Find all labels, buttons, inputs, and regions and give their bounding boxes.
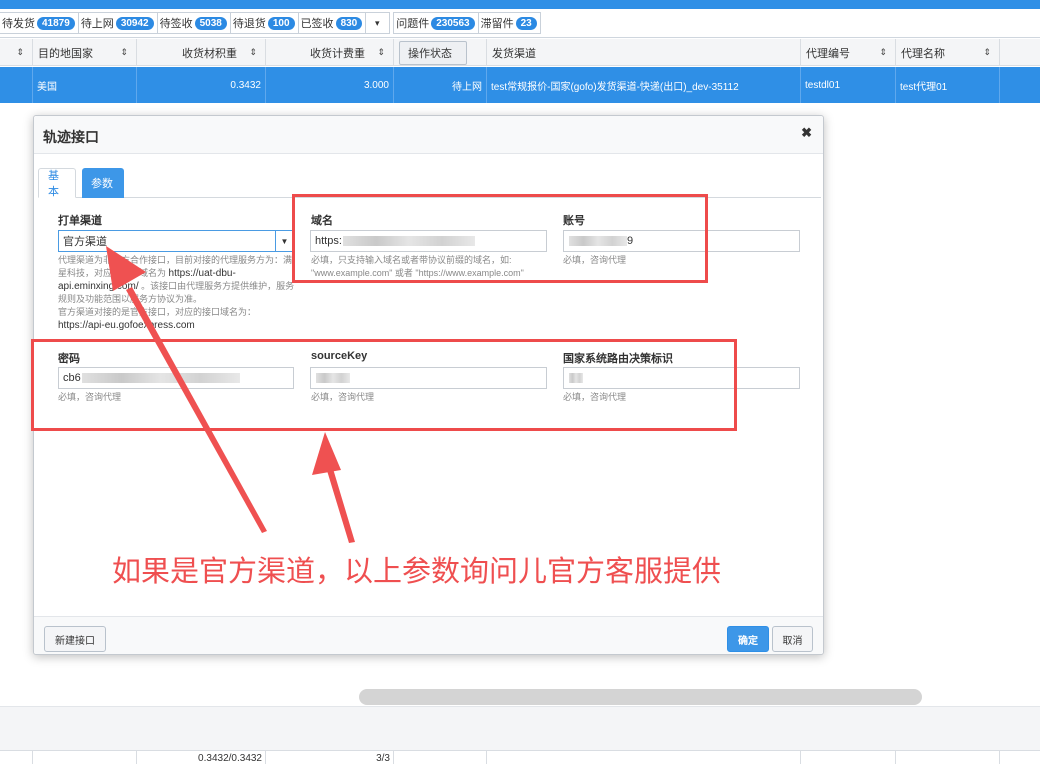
sort-icon: ⇕: [983, 47, 991, 57]
status-tab-bar: 待发货 41879 待上网 30942 待签收 5038 待退货 100 已签收…: [0, 9, 1040, 38]
column-billing-weight[interactable]: 收货计费重 ⇕: [266, 39, 394, 66]
status-tab-label: 待签收: [159, 18, 193, 30]
hint-url: https://api-eu.gofoexpress.com: [58, 320, 195, 331]
column-volume-weight[interactable]: 收货材积重 ⇕: [137, 39, 266, 66]
count-badge: 230563: [431, 16, 475, 30]
column-sort-handle[interactable]: ⇕: [0, 39, 33, 66]
horizontal-scrollbar[interactable]: [359, 689, 922, 705]
annotation-box-credentials: [31, 339, 737, 431]
column-agent-name[interactable]: 代理名称 ⇕: [896, 39, 1000, 66]
status-more-dropdown[interactable]: ▾: [366, 12, 391, 34]
new-interface-button[interactable]: 新建接口: [44, 626, 106, 652]
summary-cell: [0, 751, 33, 764]
print-channel-label: 打单渠道: [58, 215, 102, 227]
status-tab-label: 待发货: [2, 18, 35, 30]
column-op-status[interactable]: 操作状态: [394, 39, 487, 66]
annotation-box-domain-account: [292, 194, 708, 283]
column-label: 收货计费重: [310, 47, 365, 60]
status-tab-problem[interactable]: 问题件 230563: [393, 12, 479, 34]
count-badge: 30942: [115, 16, 154, 30]
sort-icon: ⇕: [16, 47, 24, 57]
column-dest-country[interactable]: 目的地国家 ⇕: [33, 39, 137, 66]
column-label: 发货渠道: [492, 47, 536, 60]
op-status-button[interactable]: 操作状态: [399, 40, 467, 65]
dialog-footer: 新建接口 确定 取消: [34, 616, 823, 654]
status-tab-label: 待上网: [80, 18, 114, 30]
summary-billing-weight: 3/3: [266, 751, 394, 764]
cell-channel: test常规报价-国家(gofo)发货渠道-快递(出口)_dev-35112: [487, 67, 801, 103]
status-tab-label: 问题件: [396, 18, 430, 30]
count-badge: 830: [335, 16, 363, 30]
summary-cell: [394, 751, 487, 764]
status-tab-label: 滞留件: [480, 18, 514, 30]
status-tab-pending-ship[interactable]: 待发货 41879: [0, 12, 79, 34]
count-badge: 100: [267, 16, 295, 30]
annotation-caption: 如果是官方渠道，以上参数询问儿官方客服提供: [112, 554, 722, 588]
status-tab-pending-return[interactable]: 待退货 100: [230, 12, 299, 34]
dialog-header: 轨迹接口 ✖: [34, 116, 823, 154]
count-badge: 41879: [37, 16, 75, 30]
column-label: 代理编号: [806, 47, 850, 60]
column-label: 收货材积重: [182, 47, 237, 60]
sort-icon: ⇕: [879, 47, 887, 57]
chevron-down-icon: ▾: [374, 17, 380, 28]
column-agent-code[interactable]: 代理编号 ⇕: [801, 39, 896, 66]
dialog-title: 轨迹接口: [43, 129, 99, 145]
print-channel-select[interactable]: 官方渠道 ▼: [58, 230, 294, 252]
cell-dest-country: 美国: [33, 67, 137, 103]
tab-params[interactable]: 参数: [82, 168, 124, 198]
status-tab-label: 已签收: [300, 18, 334, 30]
table-header: ⇕ 目的地国家 ⇕ 收货材积重 ⇕ 收货计费重 ⇕ 操作状态 发货渠道 代理编号…: [0, 39, 1040, 66]
status-tab-retained[interactable]: 滞留件 23: [478, 12, 541, 34]
hint-text: 官方渠道对接的是官方接口，对应的接口域名为：: [58, 307, 257, 317]
summary-row: 0.3432/0.3432 3/3: [0, 750, 1040, 764]
cell-agent-code: testdl01: [801, 67, 896, 103]
table-row-selected[interactable]: 美国 0.3432 3.000 待上网 test常规报价-国家(gofo)发货渠…: [0, 67, 1040, 103]
cell-volume-weight: 0.3432: [137, 67, 266, 103]
column-label: 目的地国家: [38, 47, 93, 60]
cell-agent-name: test代理01: [896, 67, 1000, 103]
summary-cell: [801, 751, 896, 764]
table-footer-band: [0, 706, 1040, 750]
close-icon[interactable]: ✖: [801, 125, 812, 141]
top-band: [0, 0, 1040, 9]
column-channel[interactable]: 发货渠道: [487, 39, 801, 66]
status-tab-label: 待退货: [232, 18, 266, 30]
cell-billing-weight: 3.000: [266, 67, 394, 103]
column-label: 代理名称: [901, 47, 945, 60]
sort-icon: ⇕: [249, 47, 257, 57]
cancel-button[interactable]: 取消: [772, 626, 813, 652]
summary-cell: [33, 751, 137, 764]
status-tab-pending-online[interactable]: 待上网 30942: [78, 12, 158, 34]
sort-icon: ⇕: [120, 47, 128, 57]
count-badge: 5038: [194, 16, 227, 30]
print-channel-value: 官方渠道: [63, 236, 107, 248]
tab-basic[interactable]: 基本: [38, 168, 76, 198]
caret-down-icon: ▼: [275, 231, 293, 251]
summary-volume-weight: 0.3432/0.3432: [137, 751, 266, 764]
status-tab-signed[interactable]: 已签收 830: [298, 12, 367, 34]
print-channel-hint: 代理渠道为非官方合作接口，目前对接的代理服务方为：满星科技，对应的接口域名为 h…: [58, 254, 296, 332]
count-badge: 23: [515, 16, 537, 30]
summary-cell: [896, 751, 1000, 764]
row-checkbox-cell[interactable]: [0, 67, 33, 103]
summary-cell: [487, 751, 801, 764]
sort-icon: ⇕: [377, 47, 385, 57]
status-tab-pending-sign[interactable]: 待签收 5038: [157, 12, 231, 34]
confirm-button[interactable]: 确定: [727, 626, 769, 652]
cell-op-status: 待上网: [394, 67, 487, 103]
